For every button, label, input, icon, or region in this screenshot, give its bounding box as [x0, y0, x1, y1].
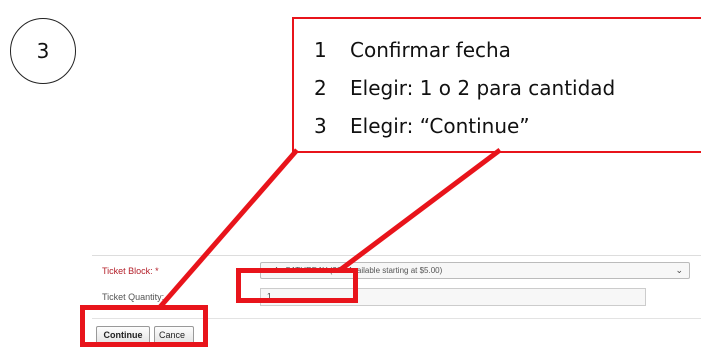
- continue-highlight-box: [80, 305, 208, 347]
- connector-line-to-input: [338, 148, 502, 272]
- quantity-highlight-box: [236, 268, 358, 303]
